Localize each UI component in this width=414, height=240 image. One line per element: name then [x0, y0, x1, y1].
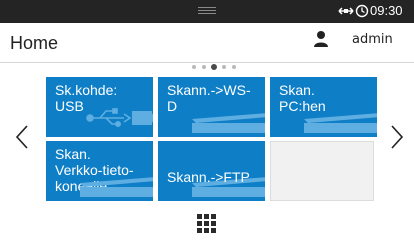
tile-scan-to-network-pc[interactable]: Skan. Verkko-tieto- koneelle — [46, 141, 153, 201]
tile-scan-to-wsd[interactable]: Skann.->WS- D — [158, 77, 265, 137]
page-title: Home — [10, 33, 59, 53]
tile-label: Skann.->WS- D — [167, 82, 251, 114]
tile-label: Skann.->FTP — [167, 169, 250, 185]
tile-scan-to-ftp[interactable]: Skann.->FTP — [158, 141, 265, 201]
page-dot — [222, 65, 226, 69]
apps-grid-icon[interactable] — [197, 214, 217, 234]
usb-icon — [86, 108, 153, 128]
page-indicator — [187, 64, 247, 72]
next-page-button[interactable] — [390, 124, 404, 150]
scanner-icon — [304, 113, 377, 133]
tile-scan-to-usb[interactable]: Sk.kohde: USB — [46, 77, 153, 137]
page-dot — [202, 65, 206, 69]
page-dot-active — [211, 64, 217, 70]
notification-handle-icon[interactable] — [198, 7, 216, 15]
empty-tile-slot — [270, 141, 374, 201]
user-icon[interactable] — [313, 30, 329, 48]
network-icon — [338, 7, 354, 15]
clock-time: 09:30 — [370, 3, 403, 18]
page-dot — [232, 65, 236, 69]
page-dot — [192, 65, 196, 69]
previous-page-button[interactable] — [15, 124, 29, 150]
scanner-icon — [80, 177, 153, 197]
status-bar: 09:30 — [0, 0, 414, 23]
user-name[interactable]: admin — [352, 32, 393, 48]
header-bar: Home admin — [0, 23, 414, 63]
tile-label: Skan. PC:hen — [279, 82, 326, 114]
tile-scan-to-pc[interactable]: Skan. PC:hen — [270, 77, 377, 137]
globe-clock-icon — [355, 4, 369, 18]
scanner-icon — [192, 113, 265, 133]
